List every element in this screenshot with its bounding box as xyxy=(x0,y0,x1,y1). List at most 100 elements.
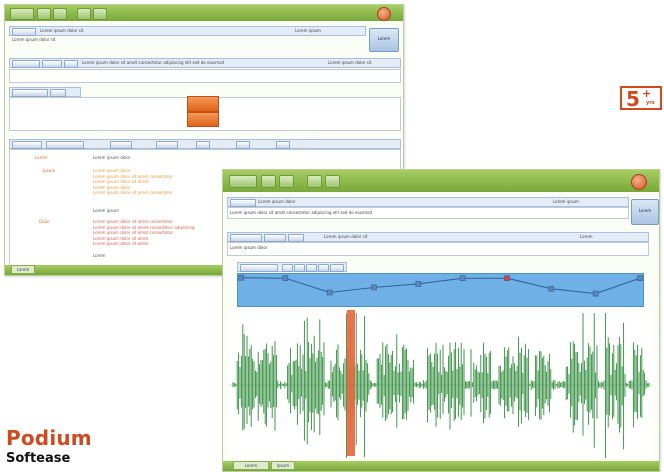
back-menu-button[interactable] xyxy=(10,8,34,20)
back-orange-notes: Lorem ipsum dolor Lorem ipsum dolor sit … xyxy=(93,168,173,196)
envelope-handle[interactable] xyxy=(371,284,377,291)
age-number: 5 xyxy=(626,87,640,111)
back-script-text: Lorem ipsum dolor sit amet consectetur a… xyxy=(82,60,225,65)
back-script-remove-button[interactable] xyxy=(64,60,78,68)
back-script-right: Lorem ipsum dolor sit xyxy=(328,60,372,65)
close-icon[interactable] xyxy=(377,7,391,21)
back-title-right: Lorem ipsum xyxy=(295,28,321,33)
back-italic-button[interactable] xyxy=(236,141,250,149)
envelope-handle[interactable] xyxy=(504,275,510,282)
orange-line: Lorem ipsum dolor sit amet consectetur xyxy=(93,190,174,195)
back-label-3: Dolor xyxy=(39,219,50,224)
back-title-field[interactable]: Lorem ipsum dolor sit xyxy=(40,28,83,33)
front-script-right: Lorem xyxy=(580,234,593,239)
front-script-field[interactable]: Lorem ipsum dolor xyxy=(227,242,649,256)
back-timeline-dropdown[interactable] xyxy=(12,89,48,97)
back-format-button[interactable] xyxy=(46,141,84,149)
front-save-button[interactable] xyxy=(261,175,276,188)
back-color-button[interactable] xyxy=(156,141,178,149)
back-timeline-button[interactable] xyxy=(50,89,66,97)
back-undo-button[interactable] xyxy=(77,8,91,20)
back-style-button[interactable] xyxy=(110,141,132,149)
back-red-notes: Lorem ipsum dolor sit amet consectetur L… xyxy=(93,219,195,247)
front-tl-button-4[interactable] xyxy=(318,264,329,272)
envelope-handle[interactable] xyxy=(282,275,289,282)
back-title-row: Lorem ipsum dolor sit Lorem ipsum xyxy=(9,26,366,36)
front-tl-button-5[interactable] xyxy=(330,264,344,272)
front-menu-button[interactable] xyxy=(229,175,257,188)
envelope-handle[interactable] xyxy=(326,289,333,296)
front-desc-text: Lorem ipsum dolor sit amet consectetur a… xyxy=(230,210,373,215)
front-script-dropdown[interactable] xyxy=(230,234,262,242)
front-script-text: Lorem ipsum dolor sit xyxy=(324,234,368,239)
envelope-handle[interactable] xyxy=(548,285,555,292)
red-line: Lorem ipsum dolor sit amet xyxy=(93,241,149,246)
volume-envelope[interactable] xyxy=(237,273,644,307)
back-label-2: Ipsum xyxy=(43,168,56,173)
waveform-path xyxy=(232,313,650,458)
back-save-button[interactable] xyxy=(37,8,51,20)
front-record-button[interactable]: Lorem xyxy=(631,199,659,225)
front-tl-button-3[interactable] xyxy=(306,264,317,272)
back-bold-button[interactable] xyxy=(196,141,210,149)
back-align-button[interactable] xyxy=(276,141,290,149)
back-notes-toolbar xyxy=(9,139,401,149)
front-bottom-tab-1[interactable]: Lorem xyxy=(233,461,269,470)
waveform xyxy=(229,310,653,458)
front-script-remove-button[interactable] xyxy=(288,234,304,242)
envelope-handle[interactable] xyxy=(637,275,643,282)
front-undo-button[interactable] xyxy=(307,175,322,188)
front-redo-button[interactable] xyxy=(325,175,340,188)
front-bottombar: Lorem Ipsum xyxy=(223,461,659,471)
front-desc-field[interactable]: Lorem ipsum dolor sit amet consectetur a… xyxy=(227,207,629,219)
front-title-row: Lorem ipsum dolor Lorem ipsum xyxy=(227,197,629,207)
back-open-button[interactable] xyxy=(53,8,67,20)
age-unit: yrs xyxy=(646,100,655,106)
back-clip-block-2[interactable] xyxy=(187,112,219,127)
back-bottom-tab[interactable]: Lorem xyxy=(11,265,35,274)
front-timeline-toolbar xyxy=(237,262,347,272)
envelope-handle[interactable] xyxy=(415,281,422,287)
envelope-handle[interactable] xyxy=(459,275,466,282)
envelope-handle[interactable] xyxy=(592,290,599,297)
product-publisher: Softease xyxy=(6,451,71,466)
back-script-add-button[interactable] xyxy=(42,60,62,68)
back-notes-dropdown[interactable] xyxy=(12,141,42,149)
back-clip-block-1[interactable] xyxy=(187,96,219,112)
back-timeline-row xyxy=(9,87,81,97)
product-title: Podium xyxy=(6,426,92,450)
age-plus: + xyxy=(642,87,652,100)
front-script-row: Lorem ipsum dolor sit Lorem xyxy=(227,232,649,242)
front-title-dropdown[interactable] xyxy=(230,199,256,207)
back-script-row: Lorem ipsum dolor sit amet consectetur a… xyxy=(9,58,401,68)
front-script-line2: Lorem ipsum dolor xyxy=(230,245,268,250)
front-open-button[interactable] xyxy=(279,175,294,188)
front-titlebar xyxy=(223,170,659,192)
back-record-button[interactable]: Lorem xyxy=(369,28,399,52)
envelope-handle[interactable] xyxy=(238,274,244,281)
back-title-line2: Lorem ipsum dolor sit xyxy=(12,37,56,42)
back-notes-heading: Lorem ipsum dolor xyxy=(93,155,131,160)
playhead-icon[interactable] xyxy=(347,310,355,456)
front-tl-button-2[interactable] xyxy=(294,264,305,272)
back-title-dropdown[interactable] xyxy=(12,28,36,36)
front-timeline-dropdown[interactable] xyxy=(240,264,278,272)
back-record-label: Lorem xyxy=(377,36,391,41)
age-badge: 5 + yrs xyxy=(620,86,662,110)
back-script-dropdown[interactable] xyxy=(12,60,40,68)
front-title-right: Lorem ipsum xyxy=(553,199,579,204)
front-tl-button-1[interactable] xyxy=(282,264,293,272)
envelope-line xyxy=(238,274,643,297)
back-dark-line-1: Lorem ipsum xyxy=(93,208,119,213)
back-redo-button[interactable] xyxy=(93,8,107,20)
back-script-field[interactable] xyxy=(9,69,401,83)
front-bottom-tab-2[interactable]: Ipsum xyxy=(271,461,295,470)
close-icon[interactable] xyxy=(631,174,647,190)
front-record-label: Lorem xyxy=(638,208,652,213)
back-label-1: Lorem xyxy=(35,155,48,160)
back-dark-line-2: Lorem xyxy=(93,253,106,258)
front-title-field[interactable]: Lorem ipsum dolor xyxy=(258,199,295,204)
front-window: Lorem ipsum dolor Lorem ipsum Lorem ipsu… xyxy=(222,169,660,472)
waveform-area[interactable] xyxy=(229,308,653,458)
front-script-add-button[interactable] xyxy=(264,234,286,242)
